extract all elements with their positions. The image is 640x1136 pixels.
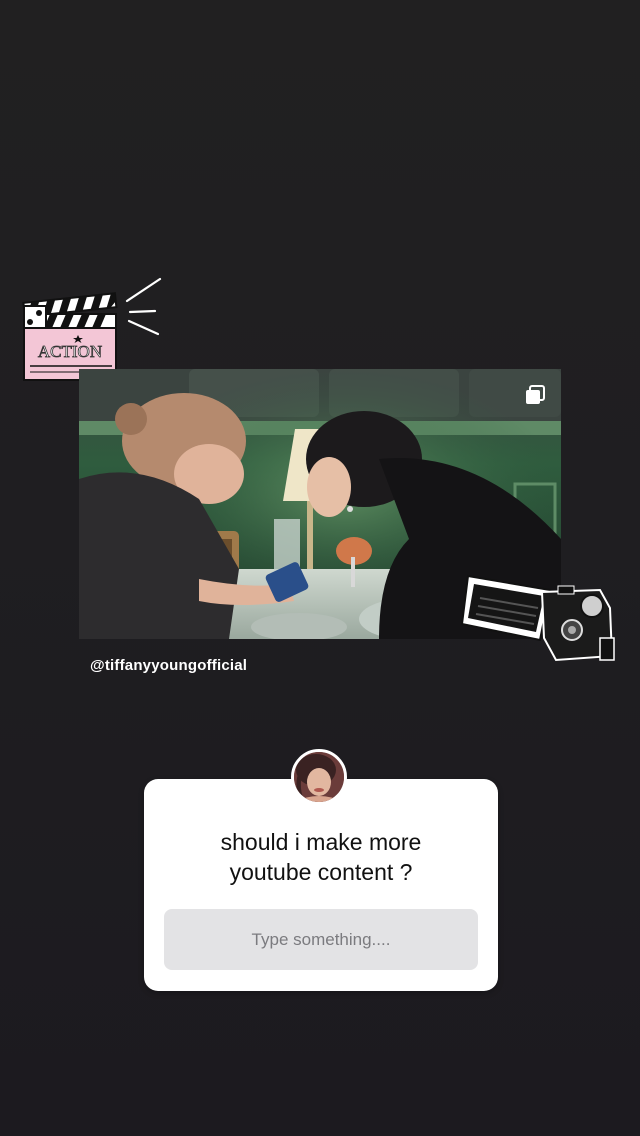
clapperboard-sticker: ACTION (20, 276, 165, 384)
clapperboard-icon: ACTION (22, 277, 162, 381)
clapperboard-text: ACTION (38, 342, 102, 361)
camcorder-sticker (460, 568, 618, 668)
profile-avatar (291, 749, 347, 805)
post-author-handle[interactable]: @tiffanyyoungofficial (90, 657, 247, 674)
question-sticker[interactable]: should i make more youtube content ? Typ… (144, 779, 498, 991)
carousel-icon (526, 385, 545, 404)
story-canvas: ACTION @tiffanyyoungofficial should i ma… (0, 0, 640, 1136)
question-text: should i make more youtube content ? (220, 829, 422, 885)
avatar-image (294, 752, 344, 802)
answer-input[interactable]: Type something.... (164, 909, 478, 970)
camcorder-icon (460, 574, 615, 662)
